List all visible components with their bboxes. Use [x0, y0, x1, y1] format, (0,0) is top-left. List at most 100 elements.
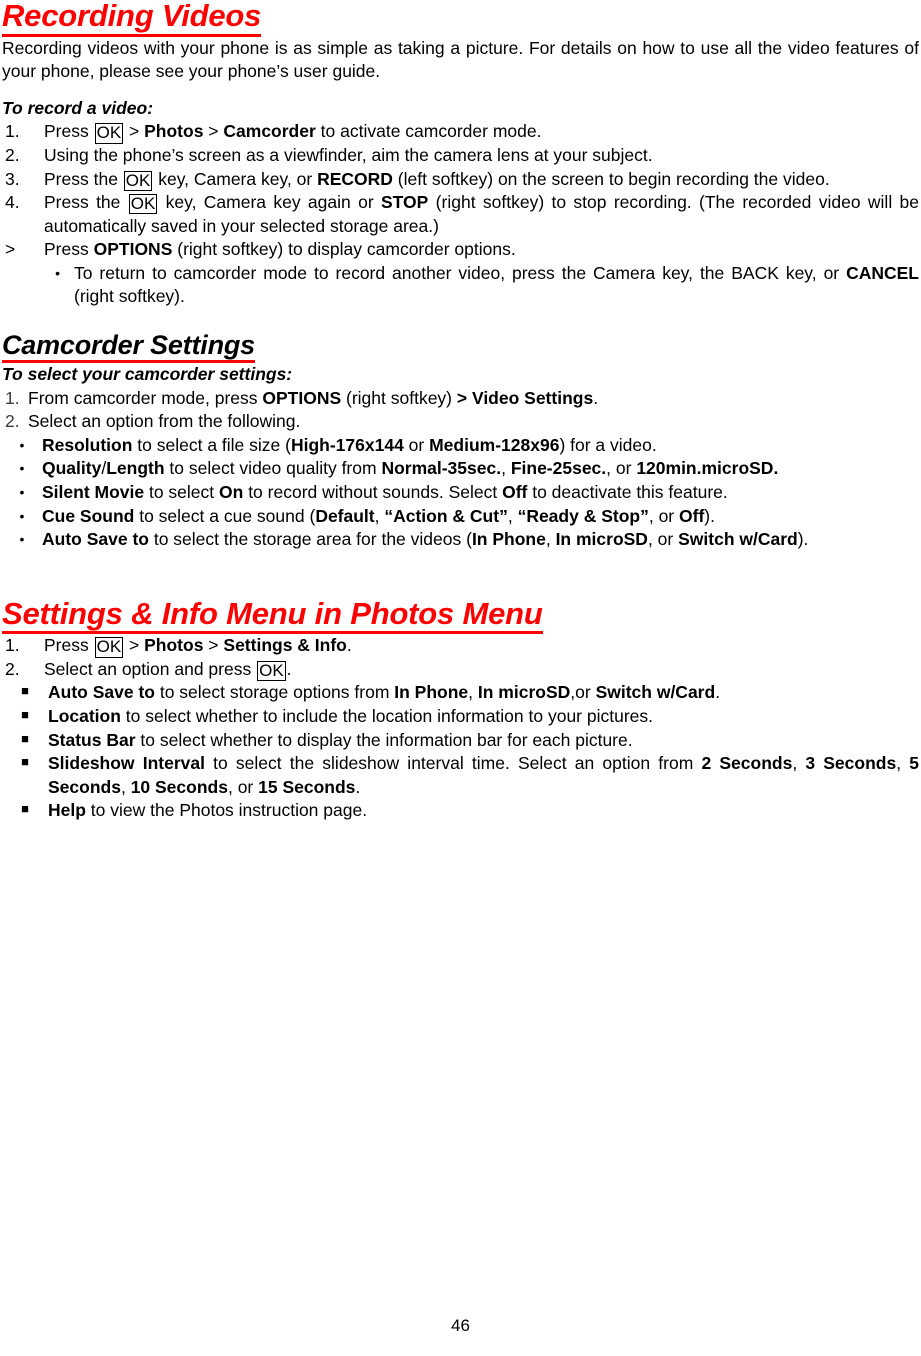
- section-heading-settings-info-menu: Settings & Info Menu in Photos Menu: [2, 597, 919, 635]
- section-heading-recording-videos: Recording Videos: [2, 0, 919, 37]
- emphasis-text: Fine-25sec.: [510, 458, 607, 479]
- list-item: 2. Using the phone’s screen as a viewfind…: [2, 144, 919, 168]
- text-run: >: [203, 635, 224, 656]
- text-run: >: [124, 635, 145, 656]
- list-item-text: Help to view the Photos instruction page…: [48, 799, 919, 823]
- text-run: .: [355, 776, 361, 797]
- list-item-text: Using the phone’s screen as a viewfinder…: [44, 144, 919, 168]
- emphasis-text: In Phone: [471, 529, 546, 550]
- text-run: ,or: [570, 682, 596, 703]
- list-item: 4. Press the OK key, Camera key again or …: [2, 191, 919, 238]
- emphasis-text: Normal-35sec.: [381, 458, 502, 479]
- text-run: ,: [896, 753, 910, 774]
- text-run: ).: [704, 505, 715, 526]
- list-item: 1. Press OK > Photos > Camcorder to activ…: [2, 120, 919, 144]
- emphasis-text: In microSD: [555, 529, 648, 550]
- text-run: to record without sounds. Select: [243, 481, 503, 502]
- text-run: ,: [468, 682, 478, 703]
- text-run: ,: [120, 776, 131, 797]
- ok-key-badge: OK: [94, 637, 124, 658]
- text-run: To return to camcorder mode to record an…: [74, 262, 847, 283]
- text-run: to select a file size (: [132, 434, 291, 455]
- emphasis-text: 15 Seconds: [258, 776, 356, 797]
- text-run: to select: [144, 481, 220, 502]
- text-run: to select a cue sound (: [134, 505, 316, 526]
- list-item-text: Press OK > Photos > Settings & Info.: [44, 634, 919, 658]
- bullet-icon: •: [19, 507, 25, 524]
- text-run: ).: [797, 529, 809, 550]
- emphasis-text: “Action & Cut”: [384, 505, 508, 526]
- emphasis-text: OPTIONS: [93, 239, 173, 260]
- square-bullet-icon: ■: [21, 730, 29, 746]
- text-run: .: [593, 387, 599, 408]
- heading-text: Recording Videos: [2, 0, 261, 37]
- emphasis-text: OPTIONS: [262, 387, 342, 408]
- text-run: , or: [227, 776, 259, 797]
- text-run: to select the slideshow interval time. S…: [204, 753, 702, 774]
- list-item: 1. From camcorder mode, press OPTIONS (ri…: [2, 387, 919, 411]
- emphasis-text: High-176x144: [290, 434, 404, 455]
- emphasis-text: Quality: [42, 458, 102, 479]
- emphasis-text: Auto Save to: [48, 682, 155, 703]
- page-number: 46: [451, 1316, 470, 1336]
- record-video-substep: • To return to camcorder mode to record a…: [2, 262, 919, 309]
- text-run: (right softkey): [341, 387, 457, 408]
- camcorder-settings-options: • Resolution to select a file size (High-…: [2, 434, 919, 552]
- square-bullet-icon: ■: [21, 801, 29, 817]
- emphasis-text: Help: [48, 800, 86, 821]
- list-item-text: Press the OK key, Camera key again or ST…: [44, 191, 919, 238]
- emphasis-text: Medium-128x96: [429, 434, 560, 455]
- text-run: ,: [501, 458, 511, 479]
- emphasis-text: Photos: [144, 121, 204, 142]
- text-run: Select an option from the following.: [28, 411, 301, 432]
- list-item-text: Auto Save to to select storage options f…: [48, 681, 919, 705]
- text-run: Press the: [44, 192, 128, 213]
- record-video-steps: 1. Press OK > Photos > Camcorder to activ…: [2, 120, 919, 261]
- emphasis-text: In microSD: [477, 682, 571, 703]
- list-marker: 2.: [5, 411, 20, 432]
- list-item: > Press OPTIONS (right softkey) to displa…: [2, 238, 919, 262]
- heading-text: Settings & Info Menu in Photos Menu: [2, 597, 543, 635]
- bullet-icon: •: [19, 531, 25, 548]
- list-marker: 1.: [5, 635, 20, 656]
- ok-key-badge: OK: [123, 170, 153, 191]
- recording-videos-intro: Recording videos with your phone is as s…: [2, 37, 919, 82]
- emphasis-text: Off: [502, 481, 528, 502]
- list-item: • To return to camcorder mode to record a…: [2, 262, 919, 309]
- text-run: Press: [44, 239, 94, 260]
- text-run: Press the: [44, 168, 123, 189]
- document-page: Recording Videos Recording videos with y…: [0, 0, 921, 1356]
- list-item-text: Status Bar to select whether to display …: [48, 729, 919, 753]
- text-run: (right softkey) to display camcorder opt…: [172, 239, 516, 260]
- text-run: >: [124, 121, 145, 142]
- square-bullet-icon: ■: [21, 707, 29, 723]
- emphasis-text: CANCEL: [846, 262, 919, 283]
- emphasis-text: Status Bar: [48, 729, 136, 750]
- emphasis-text: Silent Movie: [42, 481, 145, 502]
- emphasis-text: Switch w/Card: [678, 529, 798, 550]
- list-marker: 1.: [5, 387, 20, 408]
- list-item: • Resolution to select a file size (High-…: [2, 434, 919, 458]
- emphasis-text: Photos: [144, 635, 204, 656]
- list-item: ■ Slideshow Interval to select the slides…: [2, 752, 919, 799]
- bullet-icon: •: [19, 483, 25, 500]
- list-item: • Auto Save to to select the storage area…: [2, 528, 919, 552]
- list-item-text: Quality/Length to select video quality f…: [42, 457, 919, 481]
- emphasis-text: Switch w/Card: [595, 682, 716, 703]
- text-run: ,: [507, 505, 518, 526]
- text-run: ) for a video.: [559, 434, 657, 455]
- emphasis-text: 3 Seconds: [805, 753, 897, 774]
- text-run: Using the phone’s screen as a viewfinder…: [44, 144, 653, 165]
- text-run: .: [715, 682, 721, 703]
- text-run: >: [203, 121, 224, 142]
- list-item: 1. Press OK > Photos > Settings & Info.: [2, 634, 919, 658]
- list-item: 3. Press the OK key, Camera key, or RECOR…: [2, 168, 919, 192]
- bullet-icon: •: [19, 460, 25, 477]
- subhead-select-camcorder-settings: To select your camcorder settings:: [2, 364, 293, 385]
- emphasis-text: 120min.microSD.: [636, 458, 779, 479]
- emphasis-text: 10 Seconds: [130, 776, 228, 797]
- text-run: key, Camera key, or: [153, 168, 318, 189]
- text-run: , or: [606, 458, 637, 479]
